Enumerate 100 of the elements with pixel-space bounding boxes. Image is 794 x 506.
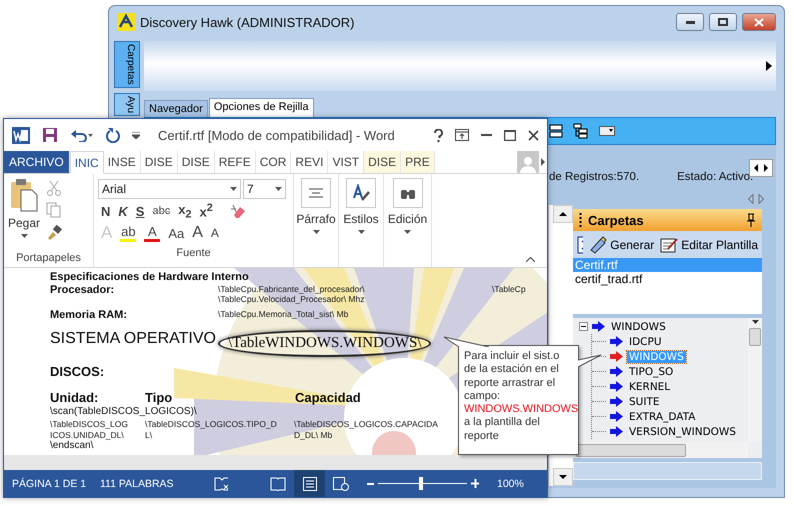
ribbon-tab[interactable]: DISE xyxy=(140,151,178,173)
tab[interactable]: Opciones de Rejilla xyxy=(208,98,314,117)
format-button[interactable]: A xyxy=(141,222,164,244)
side-tab[interactable]: Ayu xyxy=(114,92,140,116)
web-page-icon xyxy=(332,476,349,490)
ribbon-tab[interactable]: DISE xyxy=(178,151,215,173)
clear-formatting-icon[interactable] xyxy=(230,203,246,219)
font-name-field[interactable]: Arial xyxy=(98,179,241,199)
tree-item[interactable]: VERSION_WINDOWS xyxy=(627,426,738,438)
format-painter-icon[interactable] xyxy=(46,224,62,240)
ribbon-group-button[interactable]: Estilos xyxy=(343,178,379,234)
scrollbar-thumb[interactable] xyxy=(576,444,686,456)
arrow-icon xyxy=(592,321,605,332)
arrow-icon xyxy=(610,396,623,407)
file-item[interactable]: certif_trad.rtf xyxy=(573,272,762,286)
format-button[interactable]: K xyxy=(115,200,131,222)
arrow-icon xyxy=(610,411,623,422)
field-code: \scan(TableDISCOS_LOGICOS)\ xyxy=(50,406,197,418)
format-button[interactable]: A xyxy=(189,222,206,244)
font-size-field[interactable]: 7 xyxy=(243,179,286,199)
ribbon-tab[interactable]: REVI xyxy=(291,151,328,173)
word-count: 111 PALABRAS xyxy=(100,478,175,490)
tree-item[interactable]: KERNEL xyxy=(627,380,672,392)
prev-next-arrows-icon[interactable] xyxy=(748,194,764,204)
document-heading: Especificaciones de Hardware Interno xyxy=(50,271,249,284)
down-arrow-icon xyxy=(559,475,567,479)
caret-icon xyxy=(404,230,411,234)
ribbon-tab[interactable]: DISE xyxy=(364,151,402,173)
ribbon-tab[interactable]: ARCHIVO xyxy=(4,151,70,173)
zoom-in-icon[interactable] xyxy=(471,479,479,488)
ribbon-tab[interactable]: INIC xyxy=(70,151,104,174)
list-icon[interactable] xyxy=(549,124,563,138)
minimize-button[interactable] xyxy=(676,13,704,31)
column-heading: Tipo xyxy=(145,391,172,406)
scroll-down-button[interactable] xyxy=(553,468,573,486)
collapse-icon[interactable] xyxy=(579,322,588,331)
up-arrow-icon xyxy=(559,212,567,216)
book-icon xyxy=(270,476,286,490)
edit-template-button[interactable]: Editar Plantilla xyxy=(660,236,758,252)
help-icon[interactable] xyxy=(434,128,443,142)
format-button[interactable]: x$_{2}$ xyxy=(175,200,194,222)
status-text: Estado: Activo. xyxy=(677,171,754,183)
maximize-button[interactable] xyxy=(709,13,737,31)
format-button[interactable]: ab xyxy=(117,222,140,244)
maximize-button[interactable] xyxy=(504,130,516,140)
pin-icon[interactable] xyxy=(746,213,756,227)
print-layout-button[interactable] xyxy=(294,470,326,497)
field-code: \TableCpu.Memoria_Total_sist\ Mb xyxy=(218,308,348,320)
scrollbar-thumb[interactable] xyxy=(749,328,761,346)
tree-item[interactable]: IDCPU xyxy=(627,336,664,348)
field-code: \TableCp xyxy=(492,284,526,294)
group-label: Fuente xyxy=(176,247,211,259)
window-title: Discovery Hawk (ADMINISTRADOR) xyxy=(140,14,356,30)
paste-button[interactable]: Pegar xyxy=(8,178,40,249)
scroll-up-button[interactable] xyxy=(553,205,573,223)
format-button[interactable]: x$^{2}$ xyxy=(196,200,216,222)
ribbon-tab[interactable]: PRE xyxy=(401,151,435,173)
tree-icon[interactable] xyxy=(573,123,589,139)
expand-arrow-icon[interactable] xyxy=(766,61,772,71)
undo-icon[interactable] xyxy=(70,128,94,142)
ribbon-tab[interactable]: INSE xyxy=(104,151,141,173)
ribbon-tab[interactable]: REFE xyxy=(214,151,256,173)
format-button[interactable]: Aa xyxy=(165,222,188,244)
minimize-icon xyxy=(686,20,694,24)
close-button[interactable] xyxy=(742,13,776,31)
styles-icon xyxy=(352,184,370,202)
redo-icon[interactable] xyxy=(106,127,120,143)
tab[interactable]: Navegador xyxy=(144,100,208,117)
close-icon xyxy=(754,18,764,26)
arrow-icon xyxy=(610,351,623,362)
side-tab[interactable]: Carpetas xyxy=(114,41,140,88)
arrow-icon xyxy=(610,336,623,347)
field-label: Procesador: xyxy=(50,284,114,296)
tree-item[interactable]: TIPO_SO xyxy=(627,366,676,378)
format-button[interactable]: S xyxy=(132,200,148,222)
restore-icon xyxy=(718,18,728,26)
format-button[interactable]: N xyxy=(98,200,114,222)
panel-title: Carpetas xyxy=(588,212,645,228)
field-code: \TableCpu.Velocidad_Procesador\ Mhz xyxy=(218,294,364,305)
collapse-ribbon-icon[interactable] xyxy=(526,257,535,262)
page-icon xyxy=(302,476,316,490)
tree-item[interactable]: WINDOWS xyxy=(609,320,668,332)
ribbon-group-button[interactable]: Párrafo xyxy=(298,178,334,234)
save-icon[interactable] xyxy=(42,127,58,143)
dropdown-icon[interactable] xyxy=(599,126,615,136)
text-field[interactable] xyxy=(573,462,762,480)
ribbon-display-icon[interactable] xyxy=(455,129,469,141)
slider-thumb[interactable] xyxy=(418,477,423,490)
customize-toolbar-icon[interactable] xyxy=(132,132,140,138)
format-button[interactable]: A xyxy=(208,222,222,244)
caret-icon xyxy=(230,187,237,191)
proofing-icon[interactable] xyxy=(214,476,228,490)
close-button[interactable] xyxy=(528,130,539,140)
tree-item[interactable]: SUITE xyxy=(627,396,662,408)
generate-button[interactable]: Generar xyxy=(589,236,654,254)
ribbon-tab[interactable]: COR xyxy=(256,151,292,173)
field-code: \TableDISCOS_LOGICOS.TIPO_DL\ xyxy=(145,418,278,440)
group-label: Portapapeles xyxy=(16,252,81,264)
ribbon-group-button[interactable]: Edición xyxy=(388,178,427,234)
tree-item[interactable]: EXTRA_DATA xyxy=(627,410,698,422)
